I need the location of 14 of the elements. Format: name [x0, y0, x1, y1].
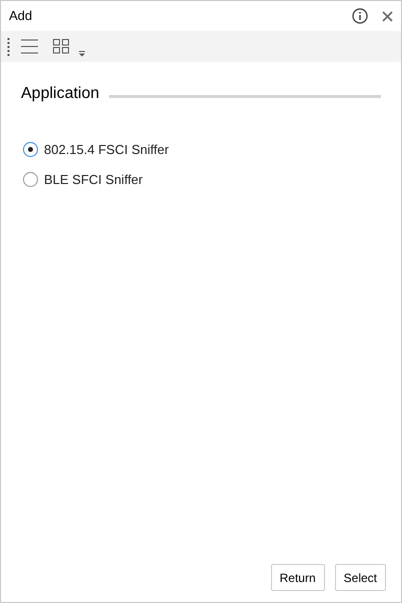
radio-button[interactable] [23, 172, 38, 187]
info-icon[interactable] [352, 8, 368, 24]
grip-icon [7, 38, 10, 56]
window-title: Add [9, 7, 34, 26]
list-view-icon[interactable] [21, 39, 38, 54]
dialog-button[interactable]: Select [334, 564, 386, 591]
overflow-icon[interactable] [79, 50, 85, 56]
dialog-button[interactable]: Return [270, 564, 325, 591]
radio-button[interactable] [23, 142, 38, 158]
close-icon[interactable] [382, 10, 393, 22]
section-title: Application [21, 84, 100, 104]
option-label[interactable]: BLE SFCI Sniffer [44, 170, 143, 189]
option-label[interactable]: 802.15.4 FSCI Sniffer [44, 140, 169, 160]
grid-view-icon[interactable] [53, 39, 69, 54]
